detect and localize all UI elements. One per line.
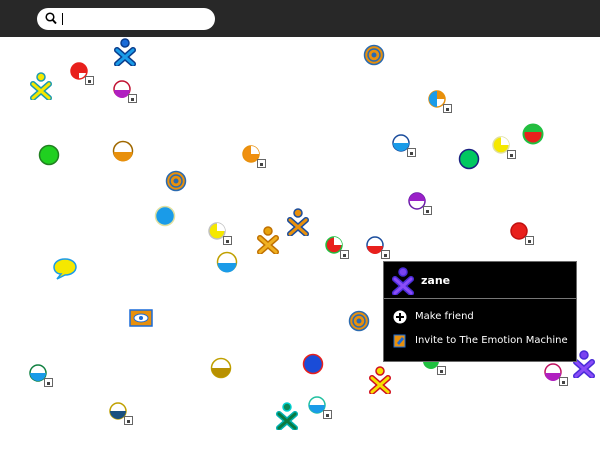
make-friend-menu-item[interactable]: Make friend (384, 307, 576, 329)
activity-icon[interactable] (302, 353, 324, 375)
xo-buddy-icon[interactable] (287, 208, 309, 236)
search-icon (45, 12, 57, 25)
lock-icon (223, 236, 232, 245)
invite-activity-icon (393, 334, 406, 348)
text-cursor (62, 13, 63, 25)
buddy-name: zane (421, 274, 451, 287)
xo-buddy-icon (392, 267, 414, 295)
xo-buddy-icon[interactable] (257, 226, 279, 254)
lock-icon (44, 378, 53, 387)
activity-icon[interactable] (408, 192, 432, 215)
search-input[interactable] (62, 11, 202, 27)
target-icon[interactable] (363, 44, 385, 66)
lock-icon (407, 148, 416, 157)
activity-icon[interactable] (458, 148, 480, 170)
activity-icon[interactable] (208, 222, 232, 245)
activity-icon[interactable] (366, 236, 390, 259)
activity-icon[interactable] (392, 134, 416, 157)
activity-icon[interactable] (325, 236, 349, 259)
activity-icon[interactable] (428, 90, 452, 113)
activity-icon[interactable] (154, 205, 176, 227)
lock-icon (85, 76, 94, 85)
activity-icon[interactable] (242, 145, 266, 168)
activity-icon[interactable] (544, 363, 568, 386)
palette-header: zane (384, 262, 576, 299)
xo-buddy-icon[interactable] (114, 38, 136, 66)
search-box[interactable] (37, 8, 215, 30)
xo-buddy-icon[interactable] (30, 72, 52, 100)
top-toolbar (0, 0, 600, 37)
lock-icon (124, 416, 133, 425)
xo-buddy-icon[interactable] (276, 402, 298, 430)
lock-icon (507, 150, 516, 159)
lock-icon (423, 206, 432, 215)
buddy-palette: zane Make friend Invite to The Emotion M… (383, 261, 577, 362)
activity-icon[interactable] (210, 357, 232, 379)
activity-icon[interactable] (38, 144, 60, 166)
lock-icon (340, 250, 349, 259)
activity-icon[interactable] (522, 123, 544, 145)
activity-icon[interactable] (510, 222, 534, 245)
chat-icon[interactable] (52, 257, 78, 281)
target-icon[interactable] (165, 170, 187, 192)
lock-icon (559, 377, 568, 386)
make-friend-label: Make friend (415, 311, 474, 322)
activity-icon[interactable] (492, 136, 516, 159)
lock-icon (257, 159, 266, 168)
activity-icon[interactable] (112, 140, 134, 162)
lock-icon (128, 94, 137, 103)
activity-icon[interactable] (70, 62, 94, 85)
activity-icon[interactable] (216, 251, 238, 273)
eye-icon[interactable] (129, 309, 153, 327)
activity-icon[interactable] (109, 402, 133, 425)
activity-icon[interactable] (113, 80, 137, 103)
invite-label: Invite to The Emotion Machine (415, 335, 568, 346)
target-icon[interactable] (348, 310, 370, 332)
lock-icon (381, 250, 390, 259)
lock-icon (443, 104, 452, 113)
invite-menu-item[interactable]: Invite to The Emotion Machine (384, 331, 576, 353)
lock-icon (323, 410, 332, 419)
lock-icon (437, 366, 446, 375)
lock-icon (525, 236, 534, 245)
activity-icon[interactable] (308, 396, 332, 419)
xo-buddy-icon[interactable] (369, 366, 391, 394)
activity-icon[interactable] (29, 364, 53, 387)
add-friend-icon (393, 310, 407, 324)
